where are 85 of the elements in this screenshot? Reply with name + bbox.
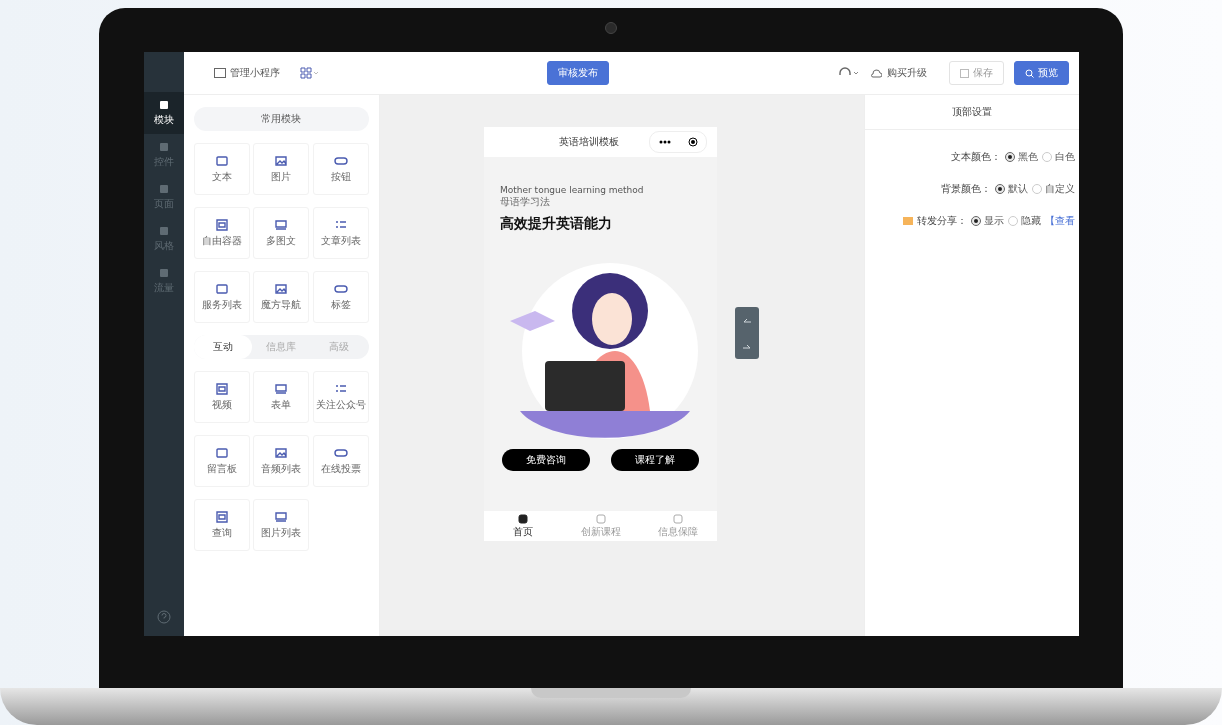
module-tile[interactable]: 魔方导航	[253, 271, 309, 323]
frame-icon	[214, 382, 229, 395]
module-tile[interactable]: 表单	[253, 371, 309, 423]
phone-tab[interactable]: 首页	[484, 511, 562, 541]
module-label: 按钮	[330, 169, 351, 184]
module-tile[interactable]: 视频	[193, 371, 250, 423]
module-tab[interactable]: 互动	[193, 335, 252, 359]
module-tile[interactable]: 自由容器	[193, 207, 250, 259]
setting-label: 转发分享：	[916, 214, 967, 228]
headline: 高效提升英语能力	[500, 215, 613, 233]
rail-icon	[158, 225, 169, 236]
search-icon	[1024, 68, 1034, 78]
module-label: 标签	[330, 297, 351, 312]
module-label: 服务列表	[201, 297, 242, 312]
frame-icon	[214, 218, 229, 231]
module-tile[interactable]: 文本	[193, 143, 250, 195]
module-label: 图片	[271, 169, 291, 184]
module-label: 留言板	[206, 461, 237, 476]
module-tile[interactable]: 标签	[312, 271, 369, 323]
module-tile[interactable]: 留言板	[193, 435, 250, 487]
panel-title: 顶部设置	[864, 95, 1079, 130]
cta-button[interactable]: 免费咨询	[502, 449, 590, 471]
list-icon	[333, 382, 348, 395]
rail-item[interactable]: 模块	[143, 92, 184, 134]
radio-option[interactable]: 白色	[1041, 150, 1075, 164]
save-icon	[959, 68, 969, 78]
camera-icon	[605, 22, 617, 34]
subtitle-chinese: 母语学习法	[500, 195, 551, 209]
radio-option[interactable]: 默认	[994, 182, 1028, 196]
help-icon[interactable]	[156, 610, 171, 624]
module-label: 文本	[211, 169, 232, 184]
module-tile[interactable]: 音频列表	[253, 435, 309, 487]
phone-title: 英语培训模板	[559, 135, 619, 149]
module-label: 视频	[211, 397, 232, 412]
radio-option[interactable]: 黑色	[1004, 150, 1038, 164]
cloud-icon	[869, 68, 882, 78]
radio-option[interactable]: 显示	[970, 214, 1004, 228]
list-icon	[333, 218, 348, 231]
module-label: 查询	[211, 525, 232, 540]
module-tile[interactable]: 文章列表	[312, 207, 369, 259]
setting-label: 背景颜色：	[940, 182, 991, 196]
module-label: 文章列表	[320, 233, 361, 248]
publish-button[interactable]: 审核发布	[546, 61, 609, 85]
button-icon	[333, 282, 348, 295]
setting-label: 文本颜色：	[950, 150, 1001, 164]
module-label: 多图文	[266, 233, 296, 248]
module-label: 表单	[271, 397, 291, 412]
module-label: 图片列表	[261, 525, 301, 540]
module-tile[interactable]: 图片列表	[253, 499, 309, 551]
radio-option[interactable]: 自定义	[1031, 182, 1075, 196]
module-tile[interactable]: 在线投票	[312, 435, 369, 487]
module-icon	[214, 446, 229, 459]
subtitle-english: Mother tongue learning method	[500, 185, 645, 195]
upgrade-link[interactable]: 购买升级	[869, 66, 927, 80]
section-title: 常用模块	[193, 107, 369, 131]
rail-icon	[158, 183, 169, 194]
more-icon	[658, 140, 671, 144]
frame-icon	[214, 510, 229, 523]
module-icon	[214, 154, 229, 167]
cta-button[interactable]: 课程了解	[611, 449, 699, 471]
module-tile[interactable]: 查询	[193, 499, 250, 551]
view-link[interactable]: 【查看	[1044, 214, 1075, 228]
button-icon	[333, 446, 348, 459]
button-icon	[333, 154, 348, 167]
rail-icon	[158, 99, 169, 110]
rail-icon	[158, 141, 169, 152]
module-tile[interactable]: 关注公众号	[312, 371, 369, 423]
module-tile[interactable]: 多图文	[253, 207, 309, 259]
capsule-menu[interactable]	[649, 131, 707, 153]
module-label: 音频列表	[261, 461, 301, 476]
redo-icon	[742, 342, 752, 350]
module-label: 关注公众号	[315, 397, 366, 412]
side-handle[interactable]	[735, 307, 759, 359]
grid-icon[interactable]	[299, 67, 318, 79]
module-label: 魔方导航	[261, 297, 301, 312]
module-tile[interactable]: 服务列表	[193, 271, 250, 323]
module-icon	[214, 282, 229, 295]
module-label: 在线投票	[320, 461, 361, 476]
preview-button[interactable]: 预览	[1013, 61, 1069, 85]
module-tile[interactable]: 按钮	[312, 143, 369, 195]
radio-option[interactable]: 隐藏	[1007, 214, 1041, 228]
module-tile[interactable]: 图片	[253, 143, 309, 195]
rail-icon	[158, 267, 169, 278]
undo-icon	[742, 316, 752, 324]
module-label: 自由容器	[201, 233, 242, 248]
